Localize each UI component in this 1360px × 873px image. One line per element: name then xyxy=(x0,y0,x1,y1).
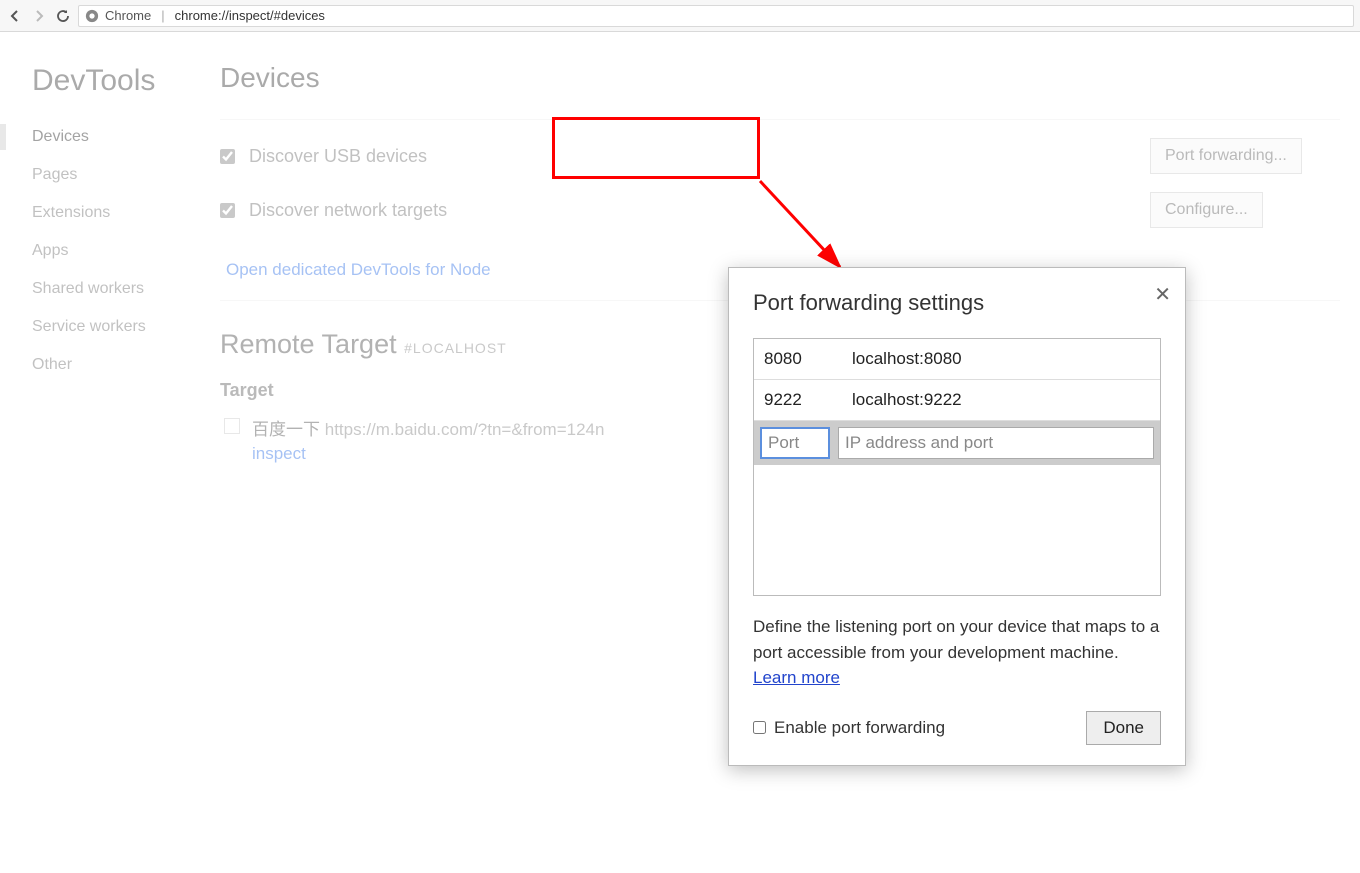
table-row[interactable]: 8080 localhost:8080 xyxy=(754,339,1160,380)
discover-usb-checkbox[interactable] xyxy=(220,149,235,164)
sidebar-item-shared-workers[interactable]: Shared workers xyxy=(32,270,205,308)
learn-more-link[interactable]: Learn more xyxy=(753,668,840,687)
done-button[interactable]: Done xyxy=(1086,711,1161,745)
dialog-title: Port forwarding settings xyxy=(753,290,1161,316)
discover-network-checkbox[interactable] xyxy=(220,203,235,218)
port-forwarding-button[interactable]: Port forwarding... xyxy=(1150,138,1302,174)
inspect-link[interactable]: inspect xyxy=(252,444,604,464)
discover-usb-label: Discover USB devices xyxy=(249,146,1150,167)
addr-scheme: Chrome xyxy=(105,8,151,23)
addr-url: chrome://inspect/#devices xyxy=(175,8,325,23)
target-checkbox[interactable] xyxy=(224,418,240,434)
addr-cell: localhost:8080 xyxy=(842,339,1160,379)
address-input[interactable] xyxy=(838,427,1154,459)
enable-port-forwarding-label[interactable]: Enable port forwarding xyxy=(753,718,945,738)
addr-cell: localhost:9222 xyxy=(842,380,1160,420)
discover-network-label: Discover network targets xyxy=(249,200,1150,221)
dialog-help-text: Define the listening port on your device… xyxy=(753,614,1161,691)
sidebar: DevTools Devices Pages Extensions Apps S… xyxy=(0,32,205,873)
sidebar-title: DevTools xyxy=(32,64,205,98)
sidebar-item-extensions[interactable]: Extensions xyxy=(32,194,205,232)
browser-toolbar: Chrome | chrome://inspect/#devices xyxy=(0,0,1360,32)
sidebar-item-other[interactable]: Other xyxy=(32,346,205,384)
port-cell: 8080 xyxy=(754,339,842,379)
sidebar-item-devices[interactable]: Devices xyxy=(32,118,205,156)
sidebar-item-service-workers[interactable]: Service workers xyxy=(32,308,205,346)
forward-button[interactable] xyxy=(30,8,48,24)
reload-button[interactable] xyxy=(54,8,72,24)
back-button[interactable] xyxy=(6,8,24,24)
table-row[interactable]: 9222 localhost:9222 xyxy=(754,380,1160,421)
configure-button[interactable]: Configure... xyxy=(1150,192,1263,228)
enable-port-forwarding-checkbox[interactable] xyxy=(753,721,766,734)
target-url: https://m.baidu.com/?tn=&from=124n xyxy=(325,420,605,439)
table-input-row xyxy=(754,421,1160,465)
sidebar-item-pages[interactable]: Pages xyxy=(32,156,205,194)
page-title: Devices xyxy=(220,62,1340,94)
address-bar[interactable]: Chrome | chrome://inspect/#devices xyxy=(78,5,1354,27)
sidebar-item-apps[interactable]: Apps xyxy=(32,232,205,270)
port-forwarding-dialog: ✕ Port forwarding settings 8080 localhos… xyxy=(728,267,1186,766)
port-forwarding-table: 8080 localhost:8080 9222 localhost:9222 xyxy=(753,338,1161,596)
close-icon[interactable]: ✕ xyxy=(1154,282,1171,307)
chrome-icon xyxy=(85,9,99,23)
port-cell: 9222 xyxy=(754,380,842,420)
port-input[interactable] xyxy=(760,427,830,459)
target-name: 百度一下 xyxy=(252,420,320,439)
